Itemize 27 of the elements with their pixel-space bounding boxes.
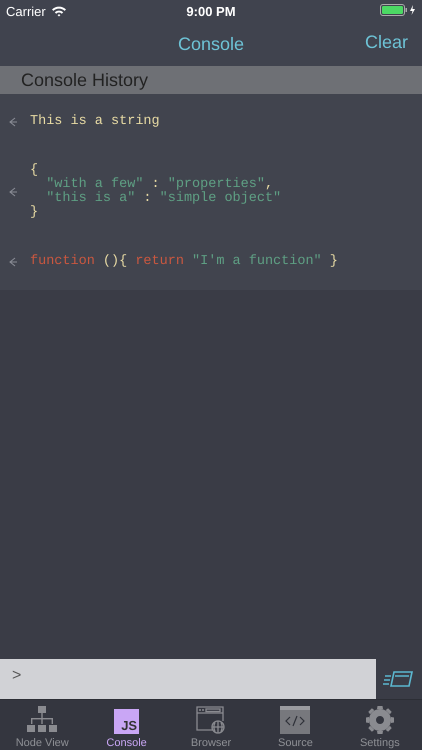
code-line: { bbox=[30, 164, 40, 178]
code-line: function (){ return "I'm a function" } bbox=[30, 255, 338, 269]
tab[interactable]: Source bbox=[253, 700, 338, 750]
result-arrow-icon bbox=[8, 257, 18, 267]
code-line: This is a string bbox=[30, 115, 160, 129]
gear-icon bbox=[364, 706, 395, 734]
wifi-icon bbox=[50, 5, 67, 17]
tab[interactable]: Browser bbox=[168, 700, 254, 750]
section-title: Console History bbox=[21, 70, 148, 90]
js-icon: JS bbox=[114, 709, 140, 734]
code-line: "this is a" : "simple object" bbox=[45, 192, 282, 206]
browser-globe-icon bbox=[196, 706, 226, 734]
tab[interactable]: Node View bbox=[0, 700, 84, 750]
status-time: 9:00 PM bbox=[185, 4, 237, 18]
tab[interactable]: JS Console bbox=[84, 700, 169, 750]
prompt-symbol: > bbox=[12, 667, 22, 684]
command-input-field[interactable]: > bbox=[0, 659, 376, 699]
hierarchy-icon bbox=[27, 706, 58, 734]
code-line: "with a few" : "properties", bbox=[45, 178, 274, 192]
nav-title: Console bbox=[178, 34, 244, 54]
result-arrow-icon bbox=[8, 187, 18, 197]
carrier-label: Carrier bbox=[6, 4, 46, 18]
tab[interactable]: Settings bbox=[338, 700, 422, 750]
clear-button[interactable]: Clear bbox=[364, 32, 408, 53]
code-window-icon bbox=[280, 706, 310, 734]
result-arrow-icon bbox=[8, 117, 18, 127]
code-line: } bbox=[30, 206, 40, 220]
